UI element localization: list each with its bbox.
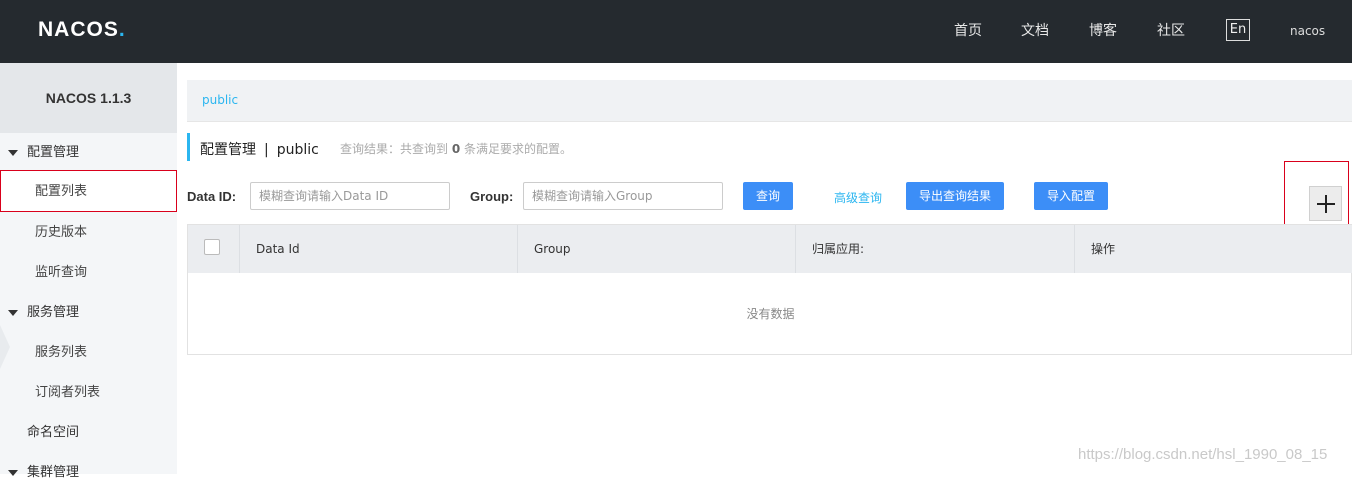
- user-name[interactable]: nacos: [1290, 0, 1325, 63]
- watermark-text: https://blog.csdn.net/hsl_1990_08_15: [1078, 446, 1328, 463]
- column-header-actions: 操作: [1074, 225, 1351, 273]
- namespace-link-public[interactable]: public: [202, 93, 238, 107]
- language-toggle[interactable]: En: [1226, 19, 1250, 41]
- sidebar-group-cluster[interactable]: 集群管理: [0, 453, 177, 493]
- sidebar-item-label: 监听查询: [35, 265, 88, 280]
- caret-down-icon: [8, 470, 18, 476]
- sidebar-group-label: 集群管理: [27, 465, 80, 480]
- sidebar: NACOS 1.1.3 配置管理 配置列表 历史版本 监听查询 服务管理 服务列…: [0, 63, 177, 480]
- sidebar-item-history[interactable]: 历史版本: [0, 213, 177, 253]
- import-config-button[interactable]: 导入配置: [1034, 182, 1108, 210]
- top-navbar: NACOS. 首页 文档 博客 社区 En nacos: [0, 0, 1352, 63]
- column-header-group[interactable]: Group: [517, 225, 795, 273]
- query-summary: 查询结果：共查询到 0 条满足要求的配置。: [340, 140, 572, 157]
- summary-count: 0: [451, 142, 461, 156]
- query-button[interactable]: 查询: [743, 182, 793, 210]
- empty-state-text: 没有数据: [746, 307, 795, 321]
- nav-docs[interactable]: 文档: [1021, 0, 1049, 63]
- sidebar-item-label: 历史版本: [35, 225, 88, 240]
- caret-down-icon: [8, 150, 18, 156]
- group-label: Group:: [470, 189, 514, 204]
- column-header-app[interactable]: 归属应用:: [795, 225, 1074, 273]
- group-search-input[interactable]: [523, 182, 723, 210]
- page-title-namespace: public: [276, 142, 319, 158]
- nav-community[interactable]: 社区: [1157, 0, 1185, 63]
- config-table: Data Id Group 归属应用: 操作 没有数据: [187, 224, 1352, 355]
- add-config-button[interactable]: [1309, 186, 1342, 221]
- sidebar-item-config-list[interactable]: 配置列表: [0, 170, 177, 212]
- sidebar-item-label: 配置列表: [35, 184, 88, 199]
- summary-suffix: 条满足要求的配置。: [464, 142, 573, 156]
- column-header-dataid[interactable]: Data Id: [239, 225, 517, 273]
- plus-icon-vertical: [1325, 195, 1327, 213]
- sidebar-group-service[interactable]: 服务管理: [0, 293, 177, 333]
- sidebar-item-listener-query[interactable]: 监听查询: [0, 253, 177, 293]
- version-label: NACOS 1.1.3: [0, 63, 177, 133]
- page-title-text: 配置管理: [200, 142, 256, 158]
- sidebar-item-subscribers[interactable]: 订阅者列表: [0, 373, 177, 413]
- advanced-query-link[interactable]: 高级查询: [834, 189, 882, 206]
- sidebar-item-label: 服务列表: [35, 345, 88, 360]
- sidebar-group-label: 服务管理: [27, 305, 80, 320]
- sidebar-item-namespace[interactable]: 命名空间: [27, 413, 167, 453]
- title-accent-bar: [187, 133, 190, 161]
- nav-blog[interactable]: 博客: [1089, 0, 1117, 63]
- namespace-bar: public: [187, 80, 1352, 122]
- sidebar-group-config[interactable]: 配置管理: [0, 133, 177, 173]
- dataid-label: Data ID:: [187, 189, 237, 204]
- sidebar-group-label: 配置管理: [27, 145, 80, 160]
- page-title: 配置管理 | public: [200, 139, 319, 159]
- table-header: Data Id Group 归属应用: 操作: [188, 225, 1352, 273]
- select-all-checkbox[interactable]: [204, 239, 220, 255]
- dataid-search-input[interactable]: [250, 182, 450, 210]
- export-results-button[interactable]: 导出查询结果: [906, 182, 1004, 210]
- sidebar-item-service-list[interactable]: 服务列表: [0, 333, 177, 373]
- summary-prefix: 查询结果：共查询到: [340, 142, 449, 156]
- caret-down-icon: [8, 310, 18, 316]
- nav-home[interactable]: 首页: [954, 0, 982, 63]
- title-separator: |: [264, 142, 269, 158]
- nacos-logo[interactable]: NACOS.: [38, 18, 126, 42]
- sidebar-item-label: 订阅者列表: [35, 385, 101, 400]
